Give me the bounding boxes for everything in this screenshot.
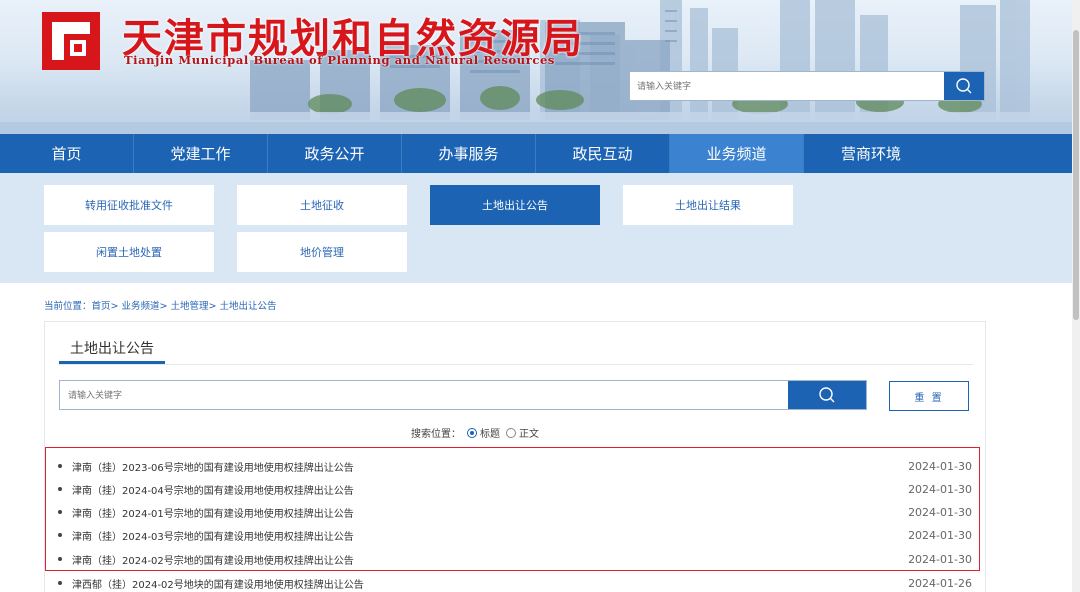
site-subtitle: Tianjin Municipal Bureau of Planning and… — [124, 53, 555, 67]
announcement-title[interactable]: 津南（挂）2023-06号宗地的国有建设用地使用权挂牌出让公告 — [72, 459, 892, 474]
subnav-item-land-transfer-notice[interactable]: 土地出让公告 — [430, 185, 600, 225]
nav-item-home[interactable]: 首页 — [0, 134, 134, 173]
subnav-item-land-acquisition[interactable]: 土地征收 — [237, 185, 407, 225]
divider — [59, 364, 973, 365]
scrollbar-thumb[interactable] — [1073, 30, 1079, 320]
scope-option-body[interactable]: 正文 — [519, 425, 539, 440]
bullet-icon — [58, 487, 62, 491]
bullet-icon — [58, 464, 62, 468]
subnav-item-idle-land[interactable]: 闲置土地处置 — [44, 232, 214, 272]
nav-item-business-environment[interactable]: 营商环境 — [804, 134, 938, 173]
main-nav: 首页 党建工作 政务公开 办事服务 政民互动 业务频道 营商环境 — [0, 134, 1072, 173]
sub-nav: 转用征收批准文件 土地征收 土地出让公告 土地出让结果 闲置土地处置 地价管理 — [0, 173, 1072, 283]
vertical-scrollbar[interactable] — [1072, 0, 1080, 592]
list-item[interactable]: 津南（挂）2024-02号宗地的国有建设用地使用权挂牌出让公告 2024-01-… — [58, 550, 972, 568]
nav-item-services[interactable]: 办事服务 — [402, 134, 536, 173]
tab-land-transfer-notice[interactable]: 土地出让公告 — [59, 334, 165, 364]
header-search — [629, 71, 985, 101]
nav-item-party-building[interactable]: 党建工作 — [134, 134, 268, 173]
announcement-title[interactable]: 津南（挂）2024-01号宗地的国有建设用地使用权挂牌出让公告 — [72, 505, 892, 520]
announcement-title[interactable]: 津南（挂）2024-04号宗地的国有建设用地使用权挂牌出让公告 — [72, 482, 892, 497]
scope-radio-title[interactable] — [467, 427, 477, 438]
nav-item-interaction[interactable]: 政民互动 — [536, 134, 670, 173]
announcement-title[interactable]: 津南（挂）2024-03号宗地的国有建设用地使用权挂牌出让公告 — [72, 528, 892, 543]
bullet-icon — [58, 581, 62, 585]
bullet-icon — [58, 557, 62, 561]
list-item[interactable]: 津南（挂）2024-01号宗地的国有建设用地使用权挂牌出让公告 2024-01-… — [58, 503, 972, 521]
list-item[interactable]: 津南（挂）2024-04号宗地的国有建设用地使用权挂牌出让公告 2024-01-… — [58, 480, 972, 498]
nav-item-government-affairs[interactable]: 政务公开 — [268, 134, 402, 173]
scope-option-title[interactable]: 标题 — [480, 425, 500, 440]
list-search-input[interactable] — [60, 381, 788, 409]
list-item[interactable]: 津西郁（挂）2024-02号地块的国有建设用地使用权挂牌出让公告 2024-01… — [58, 574, 972, 592]
bullet-icon — [58, 510, 62, 514]
list-item[interactable]: 津南（挂）2023-06号宗地的国有建设用地使用权挂牌出让公告 2024-01-… — [58, 457, 972, 475]
scope-radio-body[interactable] — [506, 427, 516, 438]
breadcrumb[interactable]: 当前位置：首页> 业务频道> 土地管理> 土地出让公告 — [44, 298, 276, 312]
subnav-item-land-transfer-result[interactable]: 土地出让结果 — [623, 185, 793, 225]
announcement-date: 2024-01-26 — [908, 576, 972, 590]
announcement-title[interactable]: 津西郁（挂）2024-02号地块的国有建设用地使用权挂牌出让公告 — [72, 576, 892, 591]
header-search-input[interactable] — [630, 72, 944, 100]
search-scope: 搜索位置： 标题 正文 — [411, 425, 539, 440]
announcement-date: 2024-01-30 — [908, 459, 972, 473]
list-search-button[interactable] — [788, 381, 866, 409]
announcement-date: 2024-01-30 — [908, 482, 972, 496]
subnav-item-land-price[interactable]: 地价管理 — [237, 232, 407, 272]
header-search-button[interactable] — [944, 72, 984, 100]
search-icon — [819, 387, 835, 403]
bureau-logo — [42, 12, 100, 70]
announcement-date: 2024-01-30 — [908, 505, 972, 519]
nav-item-business-channel[interactable]: 业务频道 — [670, 134, 804, 173]
search-icon — [956, 78, 972, 94]
announcement-date: 2024-01-30 — [908, 552, 972, 566]
announcement-title[interactable]: 津南（挂）2024-02号宗地的国有建设用地使用权挂牌出让公告 — [72, 552, 892, 567]
reset-button[interactable]: 重 置 — [889, 381, 969, 411]
search-scope-label: 搜索位置： — [411, 429, 461, 440]
list-search — [59, 380, 867, 410]
subnav-item-conversion-docs[interactable]: 转用征收批准文件 — [44, 185, 214, 225]
site-header: 天津市规划和自然资源局 Tianjin Municipal Bureau of … — [0, 0, 1072, 134]
announcement-date: 2024-01-30 — [908, 528, 972, 542]
list-item[interactable]: 津南（挂）2024-03号宗地的国有建设用地使用权挂牌出让公告 2024-01-… — [58, 526, 972, 544]
bullet-icon — [58, 533, 62, 537]
